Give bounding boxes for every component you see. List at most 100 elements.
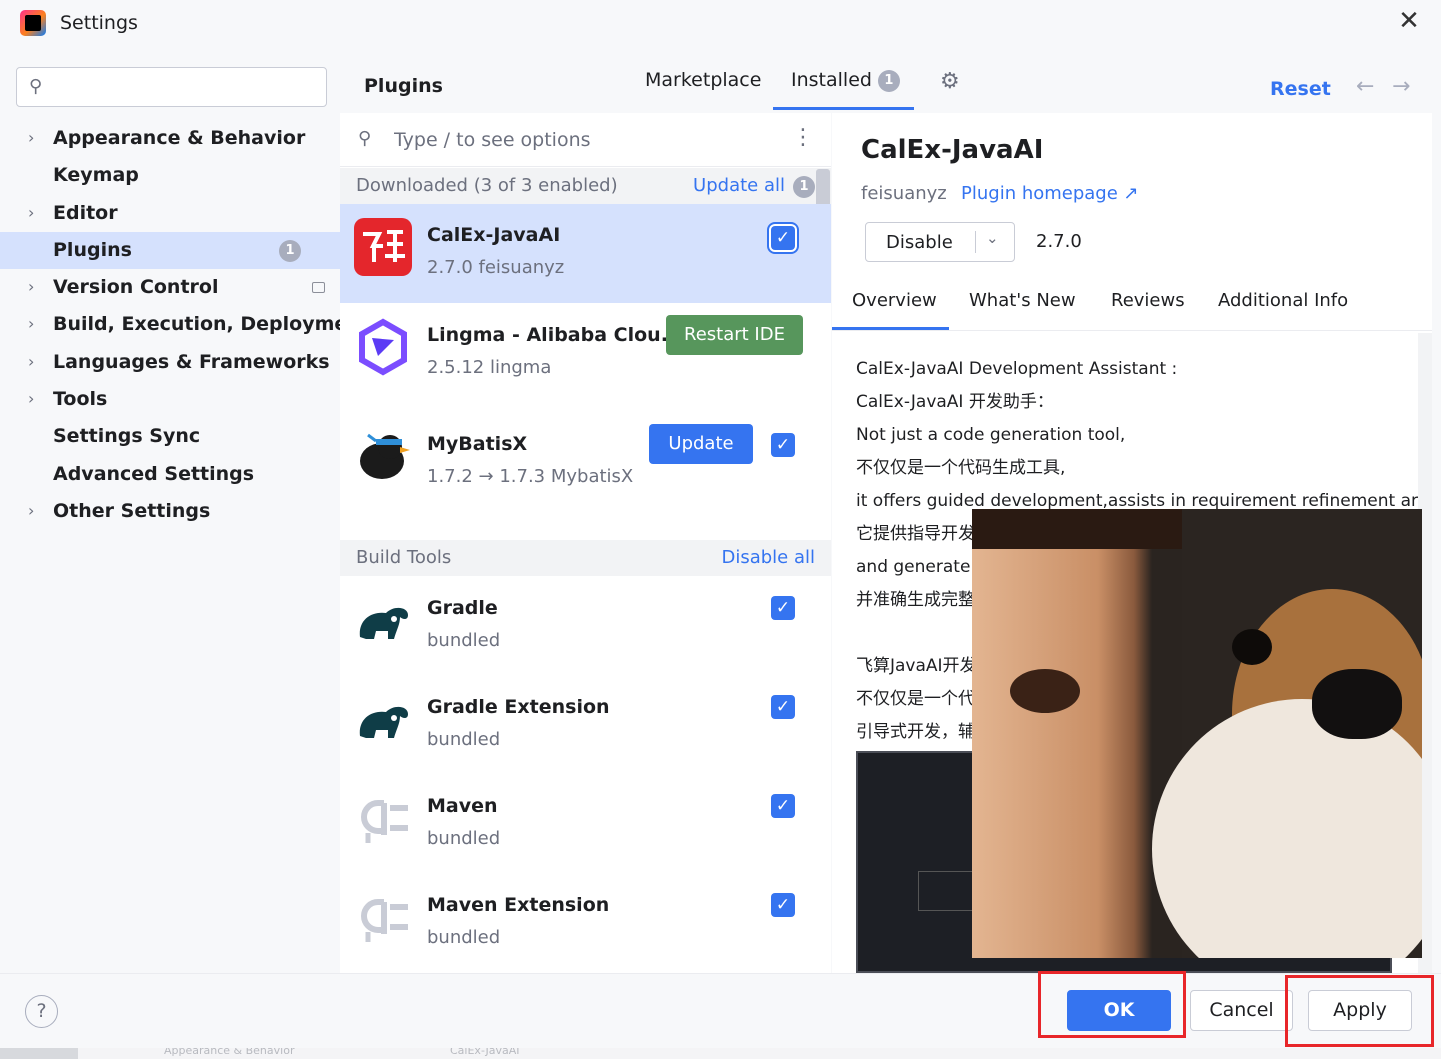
background-window-strip: Appearance & Behavior CalEx-JavaAI [78,1048,1441,1059]
calex-logo-icon [354,218,412,276]
split-divider [975,231,976,253]
settings-search-input[interactable] [63,74,313,100]
tree-item-label: Editor [53,201,118,224]
tree-item-label: Settings Sync [53,425,201,448]
chevron-right-icon[interactable]: › [28,128,34,147]
tree-item-label: Languages & Frameworks [53,350,330,373]
more-options-icon[interactable]: ⋮ [792,125,814,150]
disable-split-button[interactable]: Disable ⌄ [865,222,1015,262]
plugin-name: Maven [427,795,498,817]
tree-item-label: Appearance & Behavior [53,127,306,149]
disable-button[interactable]: Disable [886,232,953,253]
plugin-row-lingma[interactable]: Lingma - Alibaba Clou... 2.5.12 lingma R… [340,304,831,403]
plugin-meta: bundled [427,630,501,651]
chevron-right-icon[interactable]: › [28,352,34,371]
tab-additional-info[interactable]: Additional Info [1218,290,1348,311]
gear-icon[interactable]: ⚙ [940,69,960,94]
plugin-homepage-link[interactable]: Plugin homepage ↗ [961,183,1139,204]
installed-badge: 1 [877,70,900,92]
apply-highlight-box [1285,975,1434,1047]
cancel-button[interactable]: Cancel [1190,990,1293,1031]
lingma-logo-icon [354,318,412,376]
tree-item-label: Tools [53,388,108,411]
chevron-down-icon[interactable]: ⌄ [986,229,999,247]
tab-whats-new[interactable]: What's New [969,290,1076,311]
plugin-row-maven-extension[interactable]: Maven Extension bundled ✓ [340,874,831,973]
tree-item-keymap[interactable]: Keymap [0,157,340,194]
plugin-row-mybatisx[interactable]: MyBatisX 1.7.2 → 1.7.3 MybatisX Update ✓ [340,403,831,502]
settings-sidebar: ⚲ › Appearance & Behavior Keymap › Edito… [0,48,370,973]
tab-overview[interactable]: Overview [852,290,937,311]
tree-item-tools[interactable]: › Tools [0,381,340,418]
chevron-right-icon[interactable]: › [28,277,34,296]
tree-item-advanced[interactable]: Advanced Settings [0,456,340,493]
tree-item-build[interactable]: › Build, Execution, Deployment [0,306,370,343]
chevron-right-icon[interactable]: › [28,501,34,520]
tree-item-editor[interactable]: › Editor [0,195,340,232]
photo-dog-nose [1312,669,1402,739]
plugin-search-bar[interactable]: ⚲ ⋮ [340,113,831,167]
plugin-enabled-checkbox[interactable]: ✓ [771,695,795,719]
tree-item-appearance[interactable]: › Appearance & Behavior [0,120,340,157]
plugin-name: Gradle [427,597,498,619]
window-title: Settings [60,12,138,34]
plugin-search-input[interactable] [394,127,774,153]
disable-all-link[interactable]: Disable all [721,547,815,568]
plugin-row-gradle-extension[interactable]: Gradle Extension bundled ✓ [340,676,831,775]
description-line: 不仅仅是一个代码生成工具, [856,458,1066,478]
plugin-enabled-checkbox[interactable]: ✓ [771,433,795,457]
plugin-enabled-checkbox[interactable]: ✓ [771,794,795,818]
plugin-enabled-checkbox[interactable]: ✓ [771,596,795,620]
update-all-link[interactable]: Update all 1 [693,175,815,198]
group-title: Build Tools [356,547,452,568]
page-title: Plugins [364,75,443,97]
help-icon[interactable]: ? [25,995,58,1028]
plugin-name: Lingma - Alibaba Clou... [427,324,683,346]
plugin-detail-title: CalEx-JavaAI [861,135,1044,165]
detail-tabs: Overview What's New Reviews Additional I… [832,273,1432,331]
settings-tree: › Appearance & Behavior Keymap › Editor … [0,120,370,530]
restart-ide-button[interactable]: Restart IDE [666,315,803,355]
tree-item-other[interactable]: › Other Settings [0,493,340,530]
close-icon[interactable]: ✕ [1394,6,1424,36]
plugin-name: Maven Extension [427,894,610,916]
dialog-footer: ? OK Cancel Apply [0,971,1441,1048]
plugin-name: MyBatisX [427,433,528,455]
tab-reviews[interactable]: Reviews [1111,290,1185,311]
plugin-row-maven[interactable]: Maven bundled ✓ [340,775,831,874]
plugin-enabled-checkbox[interactable]: ✓ [771,893,795,917]
update-button[interactable]: Update [649,424,753,464]
plug-icon [354,789,412,847]
plugin-row-calex[interactable]: CalEx-JavaAI 2.7.0 feisuanyz ✓ [340,204,831,303]
photo-hair [972,509,1182,549]
plugin-row-gradle[interactable]: Gradle bundled ✓ [340,577,831,676]
tree-item-languages[interactable]: › Languages & Frameworks [0,344,340,381]
chevron-right-icon[interactable]: › [28,314,34,333]
reset-link[interactable]: Reset [1270,78,1331,100]
overlay-photo [972,509,1422,958]
tab-marketplace[interactable]: Marketplace [645,69,761,91]
tab-installed[interactable]: Installed 1 [791,69,900,92]
chevron-right-icon[interactable]: › [28,203,34,222]
description-line: CalEx-JavaAI 开发助手： [856,392,1054,412]
group-title: Downloaded (3 of 3 enabled) [356,175,618,196]
arrow-right-icon[interactable]: → [1392,74,1410,99]
arrow-left-icon[interactable]: ← [1356,74,1374,99]
plugin-name: CalEx-JavaAI [427,224,561,246]
gradle-elephant-icon [354,591,412,649]
search-icon: ⚲ [358,128,372,149]
plugin-meta: bundled [427,729,501,750]
tree-item-version-control[interactable]: › Version Control [0,269,340,306]
settings-search-box[interactable]: ⚲ [16,67,327,107]
plugin-meta: 2.5.12 lingma [427,357,552,378]
plugin-list: ⚲ ⋮ Downloaded (3 of 3 enabled) Update a… [340,113,831,973]
ghost-text: Appearance & Behavior [164,1048,295,1057]
tree-item-plugins[interactable]: Plugins 1 [0,231,340,270]
settings-window: Settings ✕ ⚲ › Appearance & Behavior Key… [0,0,1441,1048]
ghost-text: CalEx-JavaAI [450,1048,520,1057]
chevron-right-icon[interactable]: › [28,389,34,408]
tree-item-settings-sync[interactable]: Settings Sync [0,418,340,455]
plugin-enabled-checkbox[interactable]: ✓ [771,226,795,250]
plugin-meta: 1.7.2 → 1.7.3 MybatisX [427,466,634,487]
mybatisx-bird-icon [354,427,412,485]
